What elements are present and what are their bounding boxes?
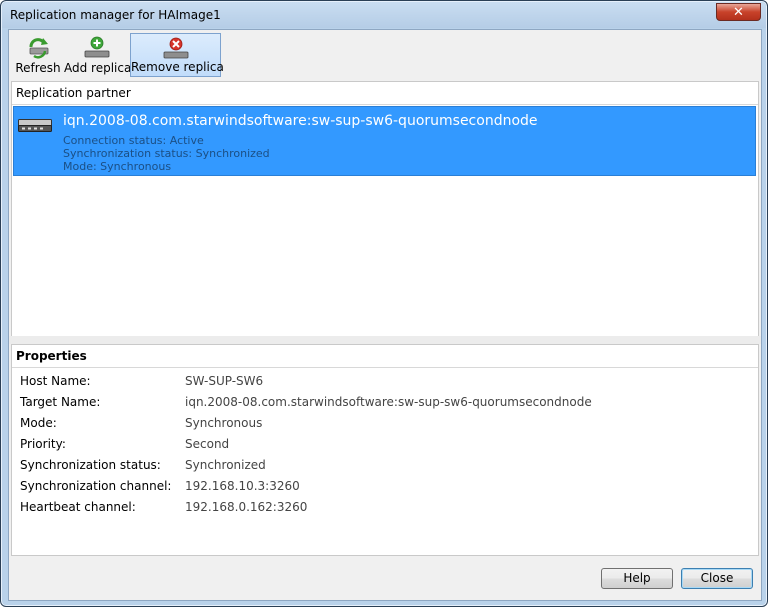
replication-manager-window: Replication manager for HAImage1 ✕ Refre…	[0, 0, 768, 607]
properties-header: Properties	[12, 345, 758, 368]
property-key: Synchronization status:	[20, 458, 161, 472]
panel-splitter[interactable]	[9, 336, 761, 344]
remove-replica-icon	[162, 37, 190, 61]
title-bar[interactable]: Replication manager for HAImage1 ✕	[2, 2, 766, 28]
refresh-button[interactable]: Refresh	[13, 33, 63, 77]
refresh-label: Refresh	[15, 61, 61, 75]
add-replica-label: Add replica	[64, 61, 132, 75]
window-close-button[interactable]: ✕	[716, 3, 761, 21]
property-key: Synchronization channel:	[20, 479, 172, 493]
property-value: Synchronized	[185, 458, 266, 472]
property-key: Mode:	[20, 416, 57, 430]
property-key: Target Name:	[20, 395, 101, 409]
partner-list-item[interactable]: iqn.2008-08.com.starwindsoftware:sw-sup-…	[13, 106, 756, 176]
property-value: Synchronous	[185, 416, 263, 430]
property-value: 192.168.0.162:3260	[185, 500, 308, 514]
server-icon	[18, 119, 52, 133]
close-icon: ✕	[733, 5, 744, 20]
property-key: Priority:	[20, 437, 66, 451]
property-value: Second	[185, 437, 230, 451]
partner-sync-status: Synchronization status: Synchronized	[63, 147, 270, 160]
properties-panel: Properties Host Name: SW-SUP-SW6 Target …	[11, 344, 759, 556]
close-button[interactable]: Close	[681, 568, 753, 589]
add-replica-icon	[83, 36, 111, 60]
replication-partner-header: Replication partner	[12, 82, 758, 105]
property-value: SW-SUP-SW6	[185, 374, 264, 388]
window-title: Replication manager for HAImage1	[10, 8, 221, 22]
toolbar: Refresh Add replica Remove replica	[9, 30, 761, 80]
refresh-icon	[24, 36, 52, 60]
property-value: 192.168.10.3:3260	[185, 479, 300, 493]
add-replica-button[interactable]: Add replica	[64, 33, 132, 77]
partner-connection-status: Connection status: Active	[63, 134, 204, 147]
dialog-client-area: Refresh Add replica Remove replica Repli…	[8, 29, 762, 601]
property-key: Host Name:	[20, 374, 91, 388]
help-button[interactable]: Help	[601, 568, 673, 589]
replication-partner-panel: Replication partner iqn.2008-08.com.star…	[11, 81, 759, 337]
property-key: Heartbeat channel:	[20, 500, 136, 514]
partner-mode: Mode: Synchronous	[63, 160, 172, 173]
remove-replica-label: Remove replica	[131, 60, 224, 74]
remove-replica-button[interactable]: Remove replica	[130, 33, 224, 77]
property-value: iqn.2008-08.com.starwindsoftware:sw-sup-…	[185, 395, 592, 409]
partner-name: iqn.2008-08.com.starwindsoftware:sw-sup-…	[63, 113, 538, 129]
